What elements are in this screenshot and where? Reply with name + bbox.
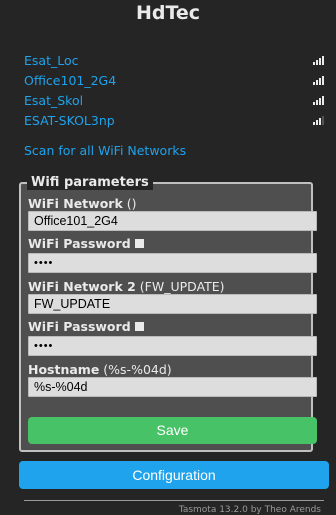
wifi-network2-label-suffix: (FW_UPDATE) — [135, 279, 225, 294]
wifi-network2-label: WiFi Network 2 (FW_UPDATE) — [28, 279, 225, 294]
show-password2-checkbox[interactable] — [134, 322, 144, 331]
show-password-checkbox[interactable] — [134, 239, 144, 248]
fieldset-legend: Wifi parameters — [27, 175, 153, 190]
wifi-network-item[interactable]: Esat_Skol — [24, 90, 324, 110]
wifi-network-ssid[interactable]: ESAT-SKOL3np — [24, 113, 115, 128]
wifi-network-label-text: WiFi Network — [28, 196, 123, 211]
wifi-network-input[interactable]: Office101_2G4 — [28, 211, 317, 231]
signal-strength-icon — [313, 95, 324, 105]
wifi-network-label: WiFi Network () — [28, 196, 137, 211]
signal-strength-icon — [313, 75, 324, 85]
wifi-network-ssid[interactable]: Esat_Loc — [24, 53, 79, 68]
save-button[interactable]: Save — [28, 417, 317, 444]
divider — [24, 500, 324, 501]
hostname-label-suffix: (%s-%04d) — [99, 362, 172, 377]
wifi-network-ssid[interactable]: Esat_Skol — [24, 93, 83, 108]
hostname-label: Hostname (%s-%04d) — [28, 362, 172, 377]
configuration-button[interactable]: Configuration — [19, 461, 329, 489]
page-title: HdTec — [135, 2, 201, 24]
hostname-label-text: Hostname — [28, 362, 100, 377]
wifi-network-list: Esat_Loc Office101_2G4 Esat_Skol ESAT-SK… — [24, 50, 324, 130]
wifi-network-item[interactable]: Esat_Loc — [24, 50, 324, 70]
wifi-network-item[interactable]: ESAT-SKOL3np — [24, 110, 324, 130]
wifi-network2-label-text: WiFi Network 2 — [28, 279, 136, 294]
wifi-password2-input[interactable]: •••• — [28, 336, 317, 356]
wifi-network-item[interactable]: Office101_2G4 — [24, 70, 324, 90]
hostname-input[interactable]: %s-%04d — [28, 377, 317, 397]
wifi-password-input[interactable]: •••• — [28, 253, 317, 273]
footer-version: Tasmota 13.2.0 by Theo Arends — [178, 505, 321, 515]
wifi-password2-label-text: WiFi Password — [28, 319, 131, 334]
signal-strength-icon — [313, 115, 324, 125]
wifi-password-label: WiFi Password — [28, 236, 144, 251]
wifi-network-ssid[interactable]: Office101_2G4 — [24, 73, 116, 88]
wifi-network2-input[interactable]: FW_UPDATE — [28, 294, 317, 314]
wifi-network-label-suffix: () — [122, 196, 137, 211]
scan-networks-link[interactable]: Scan for all WiFi Networks — [24, 143, 186, 158]
wifi-password2-label: WiFi Password — [28, 319, 144, 334]
signal-strength-icon — [313, 55, 324, 65]
wifi-password-label-text: WiFi Password — [28, 236, 131, 251]
